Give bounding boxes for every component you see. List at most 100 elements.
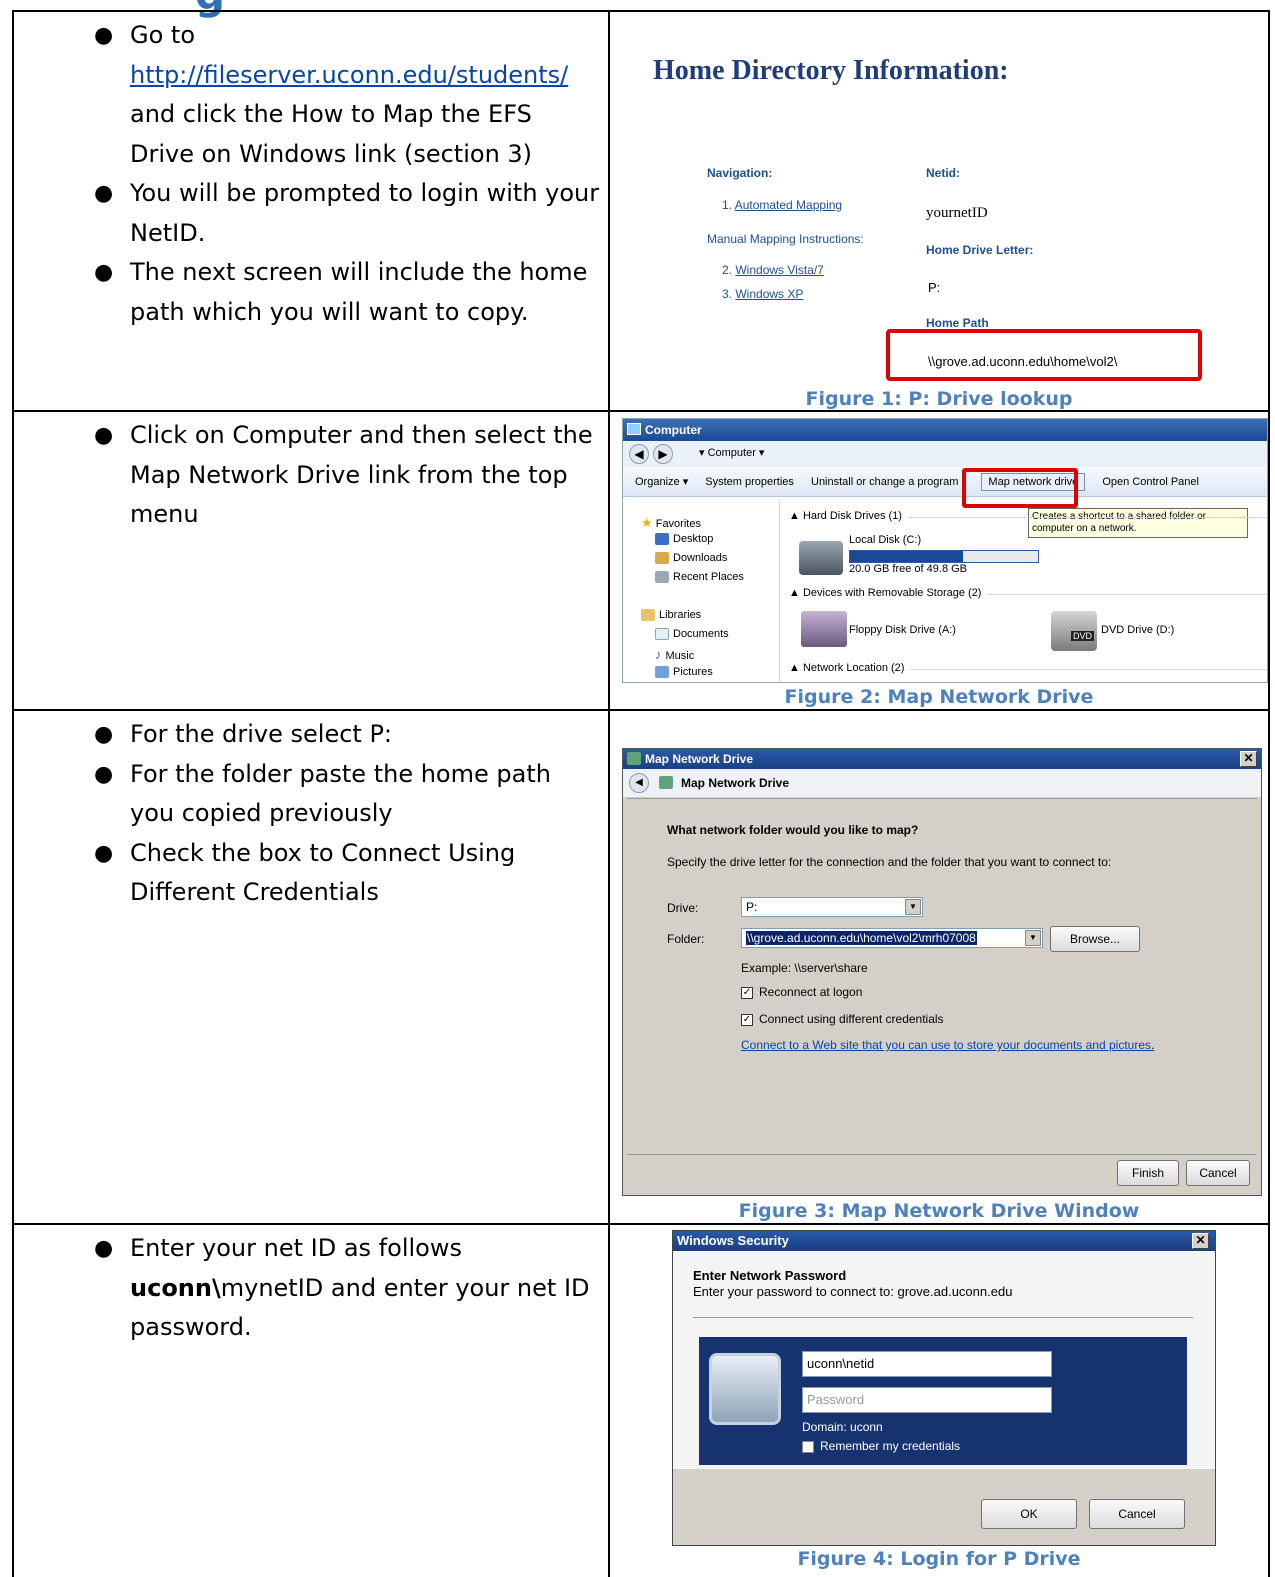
local-disk-name[interactable]: Local Disk (C:)	[849, 534, 921, 546]
row-divider	[12, 709, 1270, 711]
cancel-button[interactable]: Cancel	[1186, 1160, 1250, 1186]
pictures-icon	[655, 666, 669, 679]
navigation-label: Navigation:	[707, 166, 773, 180]
dialog-header: ◀ Map Network Drive	[623, 769, 1261, 797]
credentials-label: Connect using different credentials	[759, 1012, 944, 1026]
dvd-drive-name[interactable]: DVD Drive (D:)	[1101, 624, 1174, 636]
nav-pictures[interactable]: Pictures	[655, 666, 713, 679]
user-avatar	[709, 1353, 781, 1425]
nav-recent-places[interactable]: Recent Places	[655, 571, 744, 584]
credentials-checkbox[interactable]: ✓	[741, 1013, 753, 1026]
nav-label: Desktop	[673, 533, 714, 545]
nav-libraries[interactable]: Libraries	[641, 609, 702, 622]
drive-select[interactable]: P: ▼	[741, 897, 923, 917]
address-path[interactable]: ▾ Computer ▾	[699, 446, 764, 459]
windows-vista-link[interactable]: Windows Vista/7	[735, 263, 823, 277]
finish-button[interactable]: Finish	[1117, 1160, 1179, 1186]
nav-desktop[interactable]: Desktop	[655, 533, 714, 546]
nav-label: Music	[665, 650, 695, 662]
security-titlebar: Windows Security ✕	[673, 1231, 1215, 1251]
documents-icon	[655, 628, 669, 641]
remember-checkbox[interactable]	[802, 1440, 814, 1453]
reconnect-checkbox[interactable]: ✓	[741, 986, 753, 999]
dialog-inner-title: Map Network Drive	[681, 776, 790, 790]
figure3-map-drive-dialog: Map Network Drive ✕ ◀ Map Network Drive …	[622, 748, 1262, 1196]
chevron-down-icon: ▼	[905, 899, 921, 915]
close-button[interactable]: ✕	[1240, 751, 1257, 767]
figure4-windows-security-dialog: Windows Security ✕ Enter Network Passwor…	[672, 1230, 1216, 1546]
nav-favorites[interactable]: ★ Favorites	[641, 515, 701, 531]
system-properties-button[interactable]: System properties	[705, 476, 794, 488]
dvd-drive-icon: DVD	[1051, 611, 1097, 651]
network-drive-icon	[627, 752, 641, 765]
nav-downloads[interactable]: Downloads	[655, 552, 727, 565]
different-credentials-option[interactable]: ✓ Connect using different credentials	[741, 1012, 944, 1026]
username-input[interactable]: uconn\netid	[802, 1351, 1052, 1377]
nav-label: Documents	[673, 628, 729, 640]
back-button[interactable]: ◀	[629, 444, 649, 464]
nav-item-xp[interactable]: 3. Windows XP	[722, 287, 803, 301]
nav-number: 3.	[722, 287, 733, 301]
netid-label: Netid:	[926, 166, 960, 180]
windows-xp-link[interactable]: Windows XP	[735, 287, 803, 301]
back-button[interactable]: ◀	[629, 773, 649, 793]
row2-instructions: ● Click on Computer and then select the M…	[94, 416, 600, 535]
row1-instructions: ● Go to http://fileserver.uconn.edu/stud…	[94, 16, 600, 332]
nav-music[interactable]: ♪ Music	[655, 647, 694, 662]
list-item: ● The next screen will include the home p…	[94, 258, 588, 326]
uninstall-program-button[interactable]: Uninstall or change a program	[811, 476, 958, 488]
row4-instructions: ● Enter your net ID as follows uconn\myne…	[94, 1229, 600, 1348]
floppy-drive-icon	[801, 611, 847, 647]
home-path-label: Home Path	[926, 316, 989, 330]
list-item: ● Enter your net ID as follows uconn\myne…	[94, 1234, 590, 1341]
drive-select-value: P:	[746, 900, 758, 914]
dialog-footer-divider	[627, 1154, 1257, 1155]
reconnect-label: Reconnect at logon	[759, 985, 863, 999]
folder-combo[interactable]: \\grove.ad.uconn.edu\home\vol2\mrh07008 ▼	[741, 928, 1043, 948]
document-page: g ● Go to http://fileserver.uconn.edu/st…	[0, 0, 1275, 1577]
fileserver-link[interactable]: http://fileserver.uconn.edu/students/	[130, 61, 568, 89]
nav-label: Recent Places	[673, 571, 744, 583]
bullet-text: Click on Computer and then select the Ma…	[130, 421, 593, 528]
nav-documents[interactable]: Documents	[655, 628, 729, 641]
web-site-link[interactable]: Connect to a Web site that you can use t…	[741, 1038, 1154, 1052]
automated-mapping-link[interactable]: Automated Mapping	[735, 198, 842, 212]
table-column-divider	[608, 10, 610, 1577]
tooltip: Creates a shortcut to a shared folder or…	[1028, 508, 1248, 538]
network-drive-icon	[659, 776, 673, 789]
local-disk-free: 20.0 GB free of 49.8 GB	[849, 563, 968, 575]
manual-mapping-label: Manual Mapping Instructions:	[707, 232, 864, 246]
bullet-text: Check the box to Connect Using Different…	[130, 838, 516, 907]
remember-credentials[interactable]: Remember my credentials	[802, 1439, 960, 1453]
list-item: ● Click on Computer and then select the M…	[94, 421, 593, 528]
nav-number: 1.	[722, 198, 733, 212]
nav-label: Libraries	[659, 609, 702, 621]
command-bar: Organize ▾ System properties Uninstall o…	[623, 467, 1267, 497]
reconnect-option[interactable]: ✓ Reconnect at logon	[741, 985, 862, 999]
bullet-text: Enter your net ID as follows	[130, 1234, 462, 1262]
removable-group: ▲ Devices with Removable Storage (2)	[789, 587, 1267, 599]
figure4-caption: Figure 4: Login for P Drive	[797, 1548, 1081, 1570]
computer-icon	[627, 423, 641, 435]
ok-button[interactable]: OK	[981, 1499, 1077, 1529]
highlight-box	[886, 329, 1202, 381]
cancel-button[interactable]: Cancel	[1089, 1499, 1185, 1529]
dialog-question: What network folder would you like to ma…	[667, 823, 919, 837]
nav-item-vista[interactable]: 2. Windows Vista/7	[722, 263, 824, 277]
browse-button[interactable]: Browse...	[1050, 926, 1140, 952]
password-input[interactable]: Password	[802, 1387, 1052, 1413]
organize-menu[interactable]: Organize ▾	[635, 476, 688, 488]
nav-label: Favorites	[655, 518, 701, 530]
row3-instructions: ● For the drive select P: ● For the folder…	[94, 715, 600, 913]
list-item: ● For the folder paste the home path you …	[94, 759, 551, 828]
folder-example: Example: \\server\share	[741, 961, 868, 975]
nav-item-automated[interactable]: 1. Automated Mapping	[722, 198, 842, 212]
highlight-box	[962, 468, 1078, 508]
floppy-drive-name[interactable]: Floppy Disk Drive (A:)	[849, 624, 956, 636]
close-button[interactable]: ✕	[1192, 1233, 1209, 1249]
dialog-instruction: Specify the drive letter for the connect…	[667, 855, 1112, 869]
dialog-title: Map Network Drive	[645, 752, 754, 766]
open-control-panel-button[interactable]: Open Control Panel	[1102, 476, 1199, 488]
dvd-badge: DVD	[1071, 631, 1095, 641]
forward-button[interactable]: ▶	[653, 444, 673, 464]
